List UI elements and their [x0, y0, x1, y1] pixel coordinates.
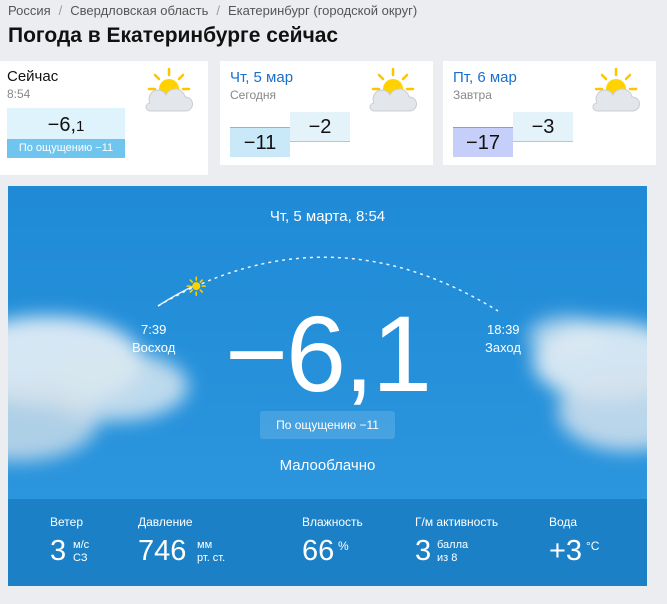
- partly-cloudy-sun-icon: [369, 67, 417, 112]
- forecast-day-title[interactable]: Пт, 6 мар: [453, 69, 517, 86]
- breadcrumb-item-russia[interactable]: Россия: [8, 3, 51, 18]
- breadcrumb-separator: /: [58, 3, 63, 18]
- stat-label: Ветер: [50, 515, 83, 529]
- stat-label: Давление: [138, 515, 193, 529]
- current-weather-hero: Чт, 5 марта, 8:54 7:39 Восход 18:39 Захо…: [8, 186, 647, 586]
- stat-label: Г/м активность: [415, 515, 499, 529]
- breadcrumb-item-region[interactable]: Свердловская область: [70, 3, 208, 18]
- stat-label: Вода: [549, 515, 578, 529]
- forecast-day-subtitle: Завтра: [453, 88, 492, 102]
- current-time: 8:54: [7, 87, 31, 101]
- current-temperature: −6,1: [47, 114, 85, 136]
- current-title: Сейчас: [7, 68, 59, 85]
- current-temperature-large: −6,1: [224, 293, 432, 414]
- stat-unit: из 8: [437, 552, 458, 564]
- stat-value: 746: [138, 535, 187, 567]
- forecast-day-title[interactable]: Чт, 5 мар: [230, 69, 293, 86]
- weather-condition: Малооблачно: [279, 457, 376, 474]
- breadcrumb-item-city[interactable]: Екатеринбург (городской округ): [228, 3, 417, 18]
- partly-cloudy-sun-icon: [145, 67, 193, 112]
- forecast-temp-min: −17: [453, 127, 513, 157]
- partly-cloudy-sun-icon: [592, 67, 640, 112]
- stat-unit: °C: [586, 539, 600, 553]
- current-feels-like: По ощущению −11: [7, 139, 125, 158]
- feels-like-badge: По ощущению −11: [260, 411, 395, 439]
- page-title: Погода в Екатеринбурге сейчас: [8, 24, 339, 47]
- stat-value: 3: [50, 535, 67, 567]
- forecast-temp-max: −3: [513, 112, 573, 142]
- breadcrumb-separator: /: [216, 3, 220, 18]
- stat-unit: рт. ст.: [197, 552, 226, 564]
- forecast-day-subtitle: Сегодня: [230, 88, 276, 102]
- stat-unit: мм: [197, 539, 213, 551]
- stat-direction: СЗ: [73, 552, 88, 564]
- breadcrumb: Россия / Свердловская область / Екатеринбург…: [8, 3, 417, 18]
- forecast-card-today[interactable]: Чт, 5 мар Сегодня −2 −11: [220, 61, 433, 165]
- current-weather-card[interactable]: Сейчас 8:54 −6,1 По ощущению −11: [0, 61, 208, 175]
- current-temp-box: −6,1 По ощущению −11: [7, 108, 125, 158]
- stat-unit: м/с: [73, 539, 90, 551]
- stat-value: 66: [302, 535, 335, 567]
- forecast-temp-min: −11: [230, 127, 290, 157]
- stat-unit: %: [338, 539, 349, 553]
- stat-label: Влажность: [302, 515, 363, 529]
- forecast-temp-max: −2: [290, 112, 350, 142]
- stat-unit: балла: [437, 539, 469, 551]
- stat-value: +3: [549, 535, 583, 567]
- weather-stats-bar: Ветер 3 м/с СЗ Давление 746 мм рт. ст. В…: [8, 499, 647, 586]
- stat-value: 3: [415, 535, 432, 567]
- hero-datetime: Чт, 5 марта, 8:54: [269, 208, 386, 225]
- forecast-card-tomorrow[interactable]: Пт, 6 мар Завтра −3 −17: [443, 61, 656, 165]
- sun-position-icon: [186, 276, 207, 296]
